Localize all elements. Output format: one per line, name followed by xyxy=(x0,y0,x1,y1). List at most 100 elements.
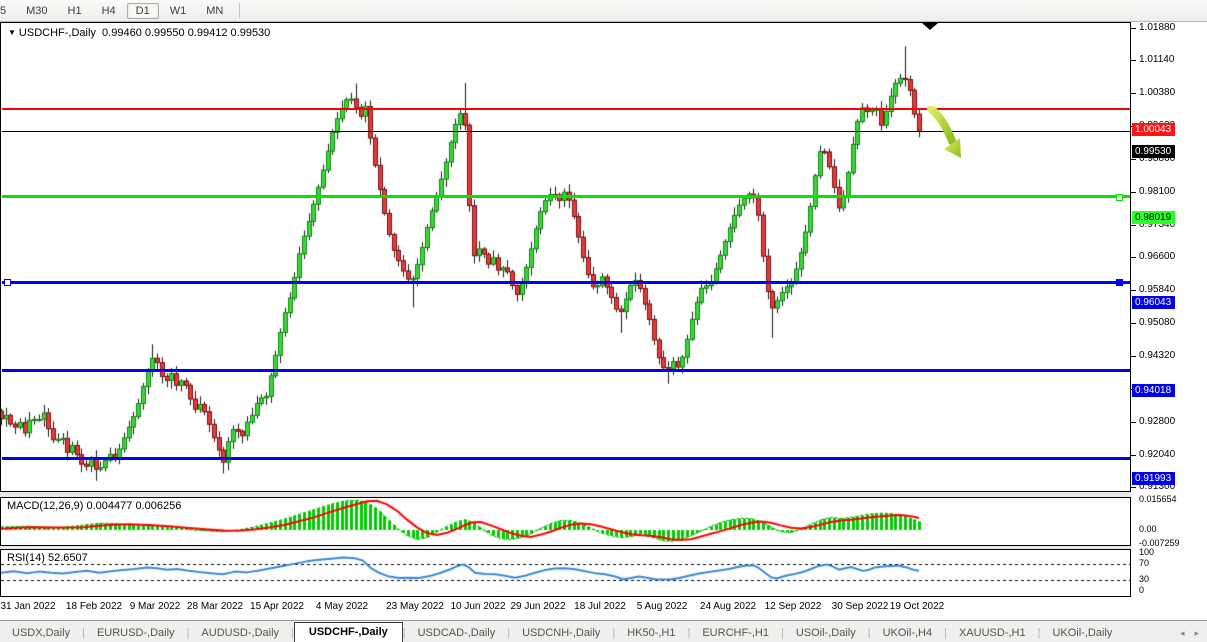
macd-name: MACD(12,26,9) xyxy=(7,500,83,512)
price-badge-1.00043: 1.00043 xyxy=(1132,123,1175,136)
timeframe-button-mn[interactable]: MN xyxy=(197,3,232,19)
price-tick-label: 0.98100 xyxy=(1139,186,1175,197)
macd-tick-label: 0.015654 xyxy=(1139,494,1177,504)
tab-eurusd-daily[interactable]: EURUSD-,Daily xyxy=(85,624,187,642)
date-label: 31 Jan 2022 xyxy=(0,601,55,612)
axis-tick-mark xyxy=(1131,192,1136,193)
tab-eurchf-h1[interactable]: EURCHF-,H1 xyxy=(690,624,781,642)
price-badge-0.96043: 0.96043 xyxy=(1132,296,1175,309)
tab-usdx-daily[interactable]: USDX,Daily xyxy=(0,624,82,642)
price-badge-0.94018: 0.94018 xyxy=(1132,384,1175,397)
tab-ukoil-h4[interactable]: UKOil-,H4 xyxy=(871,624,945,642)
date-label: 5 Aug 2022 xyxy=(637,601,688,612)
rsi-tick-label: 0 xyxy=(1139,585,1144,595)
axis-tick-mark xyxy=(1131,422,1136,423)
chart-symbol-label: USDCHF-,Daily xyxy=(19,27,96,39)
tab-usdchf-daily[interactable]: USDCHF-,Daily xyxy=(294,622,403,642)
date-label: 24 Aug 2022 xyxy=(700,601,756,612)
date-label: 10 Jun 2022 xyxy=(450,601,505,612)
quote-open: 0.99460 xyxy=(102,27,142,39)
date-label: 30 Sep 2022 xyxy=(832,601,889,612)
trading-app-window: 5M30H1H4D1W1MN ▼USDCHF-,Daily 0.99460 0.… xyxy=(0,0,1207,642)
date-label: 18 Jul 2022 xyxy=(574,601,626,612)
axis-tick-mark xyxy=(1131,455,1136,456)
chart-title: ▼USDCHF-,Daily 0.99460 0.99550 0.99412 0… xyxy=(8,27,270,39)
macd-value-main: 0.004477 xyxy=(86,500,132,512)
price-tick-label: 0.95080 xyxy=(1139,317,1175,328)
price-tick-label: 1.01140 xyxy=(1139,54,1174,65)
rsi-tick-label: 30 xyxy=(1139,574,1149,584)
price-axis: 1.018801.011401.003800.996200.988600.981… xyxy=(1131,22,1207,597)
axis-tick-mark xyxy=(1131,60,1136,61)
date-label: 29 Jun 2022 xyxy=(510,601,565,612)
axis-tick-mark xyxy=(1131,28,1136,29)
date-label: 18 Feb 2022 xyxy=(66,601,122,612)
chart-tab-bar: USDX,Daily|EURUSD-,Daily|AUDUSD-,Daily|U… xyxy=(0,620,1207,642)
support-line-blue-1-handle[interactable] xyxy=(4,279,11,286)
macd-value-signal: 0.006256 xyxy=(135,500,181,512)
timeframe-button-m30[interactable]: M30 xyxy=(17,3,56,19)
rsi-tick-label: 70 xyxy=(1139,558,1149,568)
axis-tick-mark xyxy=(1131,487,1136,488)
price-marker-triangle-icon[interactable] xyxy=(922,23,938,30)
chart-dropdown-icon[interactable]: ▼ xyxy=(8,28,16,37)
axis-tick-mark xyxy=(1131,93,1136,94)
rsi-value: 52.6507 xyxy=(48,552,88,564)
macd-panel: MACD(12,26,9) 0.004477 0.006256 xyxy=(0,497,1131,546)
quote-close: 0.99530 xyxy=(231,27,271,39)
price-tick-label: 0.92800 xyxy=(1139,416,1175,427)
macd-tick-label: 0.00 xyxy=(1139,524,1157,534)
toolbar-separator xyxy=(239,3,240,18)
tab-xauusd-h1[interactable]: XAUUSD-,H1 xyxy=(947,624,1038,642)
support-line-blue-3[interactable] xyxy=(2,457,1130,460)
quote-low: 0.99412 xyxy=(188,27,228,39)
date-label: 23 May 2022 xyxy=(386,601,444,612)
tab-scroll-left-icon[interactable]: ◂ xyxy=(1180,628,1185,639)
date-label: 12 Sep 2022 xyxy=(765,601,822,612)
macd-label: MACD(12,26,9) 0.004477 0.006256 xyxy=(7,500,181,512)
axis-tick-mark xyxy=(1131,225,1136,226)
price-chart-panel: ▼USDCHF-,Daily 0.99460 0.99550 0.99412 0… xyxy=(0,22,1131,492)
arrow-shaft xyxy=(931,109,952,141)
tab-usoil-daily[interactable]: USOil-,Daily xyxy=(784,624,868,642)
timeframe-button-5[interactable]: 5 xyxy=(0,3,15,19)
date-label: 9 Mar 2022 xyxy=(130,601,181,612)
rsi-canvas[interactable] xyxy=(1,550,1130,596)
support-line-blue-2[interactable] xyxy=(2,369,1130,372)
support-line-blue-1-handle[interactable] xyxy=(1116,279,1123,286)
price-tick-label: 0.96600 xyxy=(1139,251,1175,262)
axis-tick-mark xyxy=(1131,356,1136,357)
rsi-name: RSI(14) xyxy=(7,552,45,564)
support-line-blue-1[interactable] xyxy=(2,281,1130,284)
date-label: 19 Oct 2022 xyxy=(890,601,944,612)
timeframe-button-w1[interactable]: W1 xyxy=(161,3,196,19)
date-label: 28 Mar 2022 xyxy=(187,601,243,612)
sell-arrow-annotation[interactable] xyxy=(924,106,978,170)
axis-tick-mark xyxy=(1131,159,1136,160)
axis-tick-mark xyxy=(1131,257,1136,258)
support-line-green-handle[interactable] xyxy=(1116,194,1123,201)
timeframe-button-h1[interactable]: H1 xyxy=(59,3,91,19)
timeframe-button-h4[interactable]: H4 xyxy=(93,3,125,19)
tab-usdcad-daily[interactable]: USDCAD-,Daily xyxy=(406,624,508,642)
date-label: 15 Apr 2022 xyxy=(250,601,304,612)
tab-audusd-daily[interactable]: AUDUSD-,Daily xyxy=(189,624,291,642)
date-label: 4 May 2022 xyxy=(316,601,368,612)
timeframe-toolbar: 5M30H1H4D1W1MN xyxy=(0,0,1207,22)
axis-tick-mark xyxy=(1131,290,1136,291)
rsi-tick-label: 100 xyxy=(1139,547,1154,557)
timeframe-button-d1[interactable]: D1 xyxy=(127,3,159,19)
price-tick-label: 0.94320 xyxy=(1139,350,1175,361)
tab-usdcnh-daily[interactable]: USDCNH-,Daily xyxy=(510,624,612,642)
date-axis: 31 Jan 2022 18 Feb 2022 9 Mar 2022 28 Mar 2… xyxy=(0,597,1207,620)
rsi-label: RSI(14) 52.6507 xyxy=(7,552,88,564)
tab-scroll-arrows: ◂▸ xyxy=(1180,628,1199,642)
tab-hk50-h1[interactable]: HK50-,H1 xyxy=(615,624,687,642)
price-tick-label: 1.01880 xyxy=(1139,22,1175,33)
price-chart-canvas[interactable] xyxy=(1,23,1130,491)
price-tick-label: 0.95840 xyxy=(1139,284,1175,295)
price-badge-0.91993: 0.91993 xyxy=(1132,472,1175,485)
support-line-green[interactable] xyxy=(2,195,1130,198)
tab-ukoil-daily[interactable]: UKOil-,Daily xyxy=(1040,624,1124,642)
tab-scroll-right-icon[interactable]: ▸ xyxy=(1194,628,1199,639)
